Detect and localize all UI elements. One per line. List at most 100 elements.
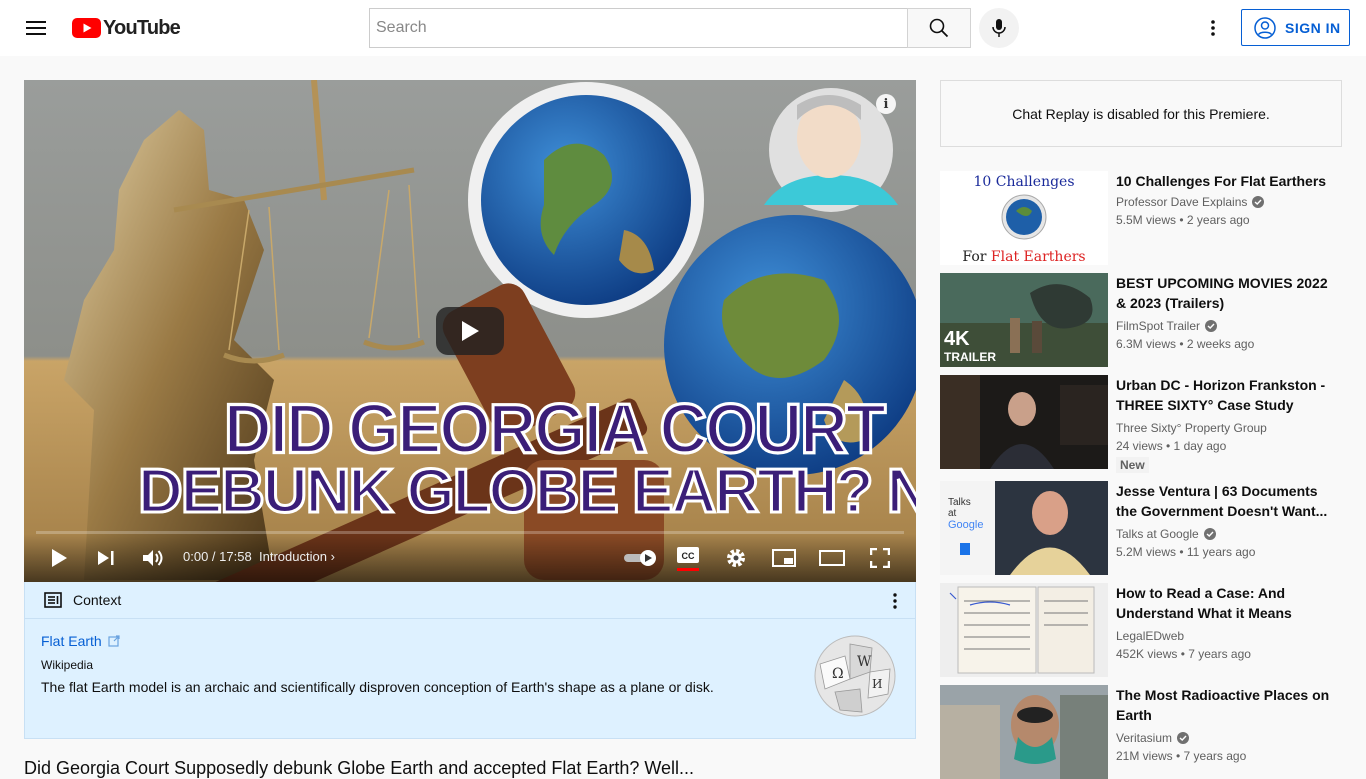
- channel-label: FilmSpot Trailer: [1116, 319, 1201, 333]
- video-meta: 5.2M views • 11 years ago: [1116, 545, 1256, 559]
- fullscreen-button[interactable]: [856, 534, 904, 582]
- video-title[interactable]: 10 Challenges For Flat Earthers: [1116, 171, 1332, 191]
- thumb-4k-text: 4K: [944, 328, 970, 350]
- video-thumbnail: 10 Challenges For Flat Earthers: [940, 171, 1108, 265]
- article-icon: [44, 592, 62, 608]
- channel-name[interactable]: FilmSpot Trailer: [1116, 319, 1218, 333]
- subtitles-button[interactable]: CC: [664, 534, 712, 582]
- settings-more-icon[interactable]: [1193, 8, 1233, 48]
- video-title[interactable]: BEST UPCOMING MOVIES 2022 & 2023 (Traile…: [1116, 273, 1332, 313]
- chat-replay-notice: Chat Replay is disabled for this Premier…: [940, 80, 1342, 147]
- youtube-play-logo-icon: [72, 18, 101, 38]
- video-thumbnail: [940, 685, 1108, 779]
- chat-replay-text: Chat Replay is disabled for this Premier…: [1012, 105, 1270, 122]
- channel-name[interactable]: Veritasium: [1116, 731, 1190, 745]
- video-title[interactable]: How to Read a Case: And Understand What …: [1116, 583, 1332, 623]
- recommended-video[interactable]: The Most Radioactive Places on Earth Ver…: [940, 685, 1342, 779]
- thumb-title-bottom: Flat Earthers: [991, 249, 1086, 265]
- channel-label: Veritasium: [1116, 731, 1173, 745]
- video-title[interactable]: Jesse Ventura | 63 Documents the Governm…: [1116, 481, 1332, 521]
- context-source: Wikipedia: [41, 658, 94, 672]
- autoplay-toggle-icon: [624, 550, 656, 566]
- channel-name[interactable]: Professor Dave Explains: [1116, 195, 1265, 209]
- account-icon: [1254, 16, 1276, 39]
- svg-text:Ω: Ω: [832, 666, 844, 682]
- video-thumbnail: [940, 583, 1108, 677]
- logo-text: YouTube: [103, 16, 181, 39]
- context-header: Context: [25, 582, 915, 619]
- search-input[interactable]: [376, 19, 908, 37]
- thumb-at-text: at: [948, 508, 957, 519]
- video-thumbnail: Talks at Google: [940, 481, 1108, 575]
- video-title[interactable]: Urban DC - Horizon Frankston - THREE SIX…: [1116, 375, 1332, 415]
- autoplay-toggle[interactable]: [617, 534, 665, 582]
- info-icon[interactable]: i: [876, 94, 896, 114]
- video-meta: 5.5M views • 2 years ago: [1116, 213, 1250, 227]
- channel-label: Three Sixty° Property Group: [1116, 421, 1267, 435]
- context-panel: Context Flat Earth Wikipedia The flat Ea…: [24, 582, 916, 739]
- theater-mode-button[interactable]: [808, 534, 856, 582]
- recommended-video[interactable]: Urban DC - Horizon Frankston - THREE SIX…: [940, 375, 1342, 473]
- svg-text:И: И: [872, 677, 882, 691]
- thumb-title-top: 10 Challenges: [973, 174, 1074, 190]
- next-button[interactable]: [82, 534, 130, 582]
- svg-text:W: W: [857, 654, 872, 670]
- verified-check-icon: [1203, 528, 1216, 540]
- context-title: Context: [73, 592, 122, 608]
- new-badge: New: [1116, 457, 1149, 473]
- mute-button[interactable]: [129, 534, 177, 582]
- context-link[interactable]: Flat Earth: [41, 633, 120, 649]
- thumb-title-for: For: [962, 249, 991, 265]
- fullscreen-icon: [870, 548, 890, 568]
- channel-name[interactable]: Talks at Google: [1116, 527, 1216, 541]
- video-meta: 6.3M views • 2 weeks ago: [1116, 337, 1255, 351]
- time-display: 0:00 / 17:58: [183, 549, 252, 564]
- recommended-video[interactable]: 10 Challenges For Flat Earthers 10 Chall…: [940, 171, 1342, 265]
- gear-icon: [727, 549, 745, 567]
- menu-icon[interactable]: [16, 8, 56, 48]
- chapter-label: Introduction: [259, 549, 327, 564]
- video-thumbnail: [940, 375, 1108, 469]
- thumb-trailer-text: TRAILER: [944, 350, 996, 364]
- skip-next-icon: [98, 551, 114, 565]
- thumb-google-text: Google: [948, 519, 983, 531]
- recommended-video[interactable]: 4K TRAILER BEST UPCOMING MOVIES 2022 & 2…: [940, 273, 1342, 367]
- recommended-video[interactable]: How to Read a Case: And Understand What …: [940, 583, 1342, 677]
- settings-button[interactable]: [712, 534, 760, 582]
- search-field[interactable]: [369, 8, 908, 48]
- play-button[interactable]: [35, 534, 83, 582]
- sign-in-button[interactable]: SIGN IN: [1241, 9, 1350, 46]
- channel-name[interactable]: Three Sixty° Property Group: [1116, 421, 1267, 435]
- thumbnail-line-2: DEBUNK GLOBE EARTH? NOPE.: [138, 457, 916, 526]
- voice-search-button[interactable]: [979, 8, 1019, 48]
- player-controls: 0:00 / 17:58 Introduction › CC: [24, 534, 916, 582]
- chapter-title[interactable]: Introduction ›: [259, 549, 335, 564]
- miniplayer-button[interactable]: [760, 534, 808, 582]
- youtube-logo[interactable]: YouTube: [72, 16, 181, 40]
- video-meta: 21M views • 7 years ago: [1116, 749, 1247, 763]
- search-button[interactable]: [907, 8, 971, 48]
- external-link-icon: [108, 635, 120, 647]
- verified-check-icon: [1205, 320, 1218, 332]
- channel-name[interactable]: LegalEDweb: [1116, 629, 1184, 643]
- video-title: Did Georgia Court Supposedly debunk Glob…: [24, 758, 695, 778]
- thumb-talks-text: Talks: [948, 497, 971, 508]
- channel-label: Talks at Google: [1116, 527, 1199, 541]
- masthead: YouTube SIGN IN: [0, 0, 1366, 56]
- theater-mode-icon: [819, 550, 845, 566]
- closed-captions-icon: CC: [677, 547, 699, 571]
- volume-icon: [143, 550, 163, 566]
- context-description: The flat Earth model is an archaic and s…: [41, 679, 714, 695]
- video-title[interactable]: The Most Radioactive Places on Earth: [1116, 685, 1332, 725]
- large-play-button[interactable]: [436, 307, 504, 355]
- video-meta: 452K views • 7 years ago: [1116, 647, 1251, 661]
- verified-check-icon: [1177, 732, 1190, 744]
- search-icon: [929, 18, 949, 38]
- video-thumbnail: 4K TRAILER: [940, 273, 1108, 367]
- play-icon: [52, 549, 67, 567]
- recommended-video[interactable]: Talks at Google Jesse Ventura | 63 Docum…: [940, 481, 1342, 575]
- verified-check-icon: [1252, 196, 1265, 208]
- more-options-icon[interactable]: [893, 593, 897, 609]
- video-player[interactable]: DID GEORGIA COURT DEBUNK GLOBE EARTH? NO…: [24, 80, 916, 582]
- wikipedia-globe-icon: Ω W И: [814, 635, 896, 717]
